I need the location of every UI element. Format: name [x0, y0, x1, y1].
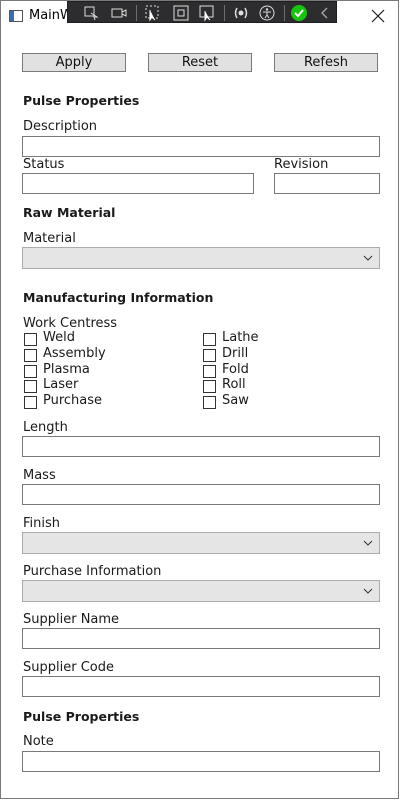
supplier-name-label: Supplier Name [23, 612, 120, 627]
status-field[interactable] [22, 173, 254, 194]
length-field[interactable] [22, 436, 380, 457]
toolbar-separator [136, 5, 137, 21]
material-label: Material [23, 231, 76, 246]
accessibility-icon[interactable] [258, 4, 276, 22]
lathe-checkbox[interactable] [203, 333, 216, 346]
supplier-code-field[interactable] [22, 676, 380, 697]
manufacturing-heading: Manufacturing Information [23, 290, 214, 305]
adorner-icon[interactable] [172, 4, 190, 22]
track-focus-icon[interactable] [198, 4, 216, 22]
purchase-info-label: Purchase Information [23, 564, 162, 579]
apply-button[interactable]: Apply [22, 53, 126, 72]
app-window-icon [9, 10, 23, 22]
mass-field[interactable] [22, 484, 380, 505]
select-element-icon[interactable] [82, 4, 100, 22]
plasma-label: Plasma [43, 362, 90, 377]
check-icon[interactable] [290, 4, 308, 22]
purchase-info-dropdown[interactable] [22, 580, 380, 602]
material-dropdown[interactable] [22, 247, 380, 269]
assembly-label: Assembly [43, 346, 106, 361]
status-label: Status [23, 157, 65, 172]
reset-button[interactable]: Reset [148, 53, 252, 72]
pulse-properties-heading-2: Pulse Properties [23, 709, 140, 724]
purchase-label: Purchase [43, 393, 103, 408]
binding-icon[interactable] [232, 4, 250, 22]
refresh-button[interactable]: Refesh [274, 53, 378, 72]
fold-label: Fold [222, 362, 249, 377]
main-window: MainW Apply Reset Refesh Pulse Propertie… [0, 0, 399, 799]
plasma-checkbox[interactable] [24, 365, 37, 378]
chevron-down-icon [363, 588, 373, 594]
supplier-code-label: Supplier Code [23, 660, 114, 675]
raw-material-heading: Raw Material [23, 205, 116, 220]
camera-icon[interactable] [110, 4, 128, 22]
chevron-down-icon [363, 540, 373, 546]
pointer-icon[interactable] [144, 4, 162, 22]
mass-label: Mass [23, 468, 56, 483]
roll-checkbox[interactable] [203, 380, 216, 393]
collapse-icon[interactable] [316, 4, 334, 22]
fold-checkbox[interactable] [203, 365, 216, 378]
note-label: Note [23, 734, 54, 749]
finish-label: Finish [23, 516, 61, 531]
note-field[interactable] [22, 751, 380, 772]
roll-label: Roll [222, 377, 246, 392]
assembly-checkbox[interactable] [24, 349, 37, 362]
saw-label: Saw [222, 393, 249, 408]
lathe-label: Lathe [222, 330, 259, 345]
revision-label: Revision [274, 157, 329, 172]
toolbar-separator [224, 5, 225, 21]
revision-field[interactable] [274, 173, 380, 194]
chevron-down-icon [363, 255, 373, 261]
laser-label: Laser [43, 377, 79, 392]
laser-checkbox[interactable] [24, 380, 37, 393]
drill-label: Drill [222, 346, 249, 361]
saw-checkbox[interactable] [203, 396, 216, 409]
work-centres-label: Work Centress [23, 316, 118, 331]
description-label: Description [23, 119, 98, 134]
debug-toolbar [67, 1, 337, 23]
weld-label: Weld [43, 330, 75, 345]
toolbar-separator [284, 5, 285, 21]
weld-checkbox[interactable] [24, 333, 37, 346]
purchase-checkbox[interactable] [24, 396, 37, 409]
length-label: Length [23, 420, 68, 435]
description-field[interactable] [22, 136, 380, 157]
finish-dropdown[interactable] [22, 532, 380, 554]
close-icon [371, 9, 385, 23]
drill-checkbox[interactable] [203, 349, 216, 362]
pulse-properties-heading: Pulse Properties [23, 93, 140, 108]
supplier-name-field[interactable] [22, 628, 380, 649]
close-button[interactable] [366, 5, 390, 27]
